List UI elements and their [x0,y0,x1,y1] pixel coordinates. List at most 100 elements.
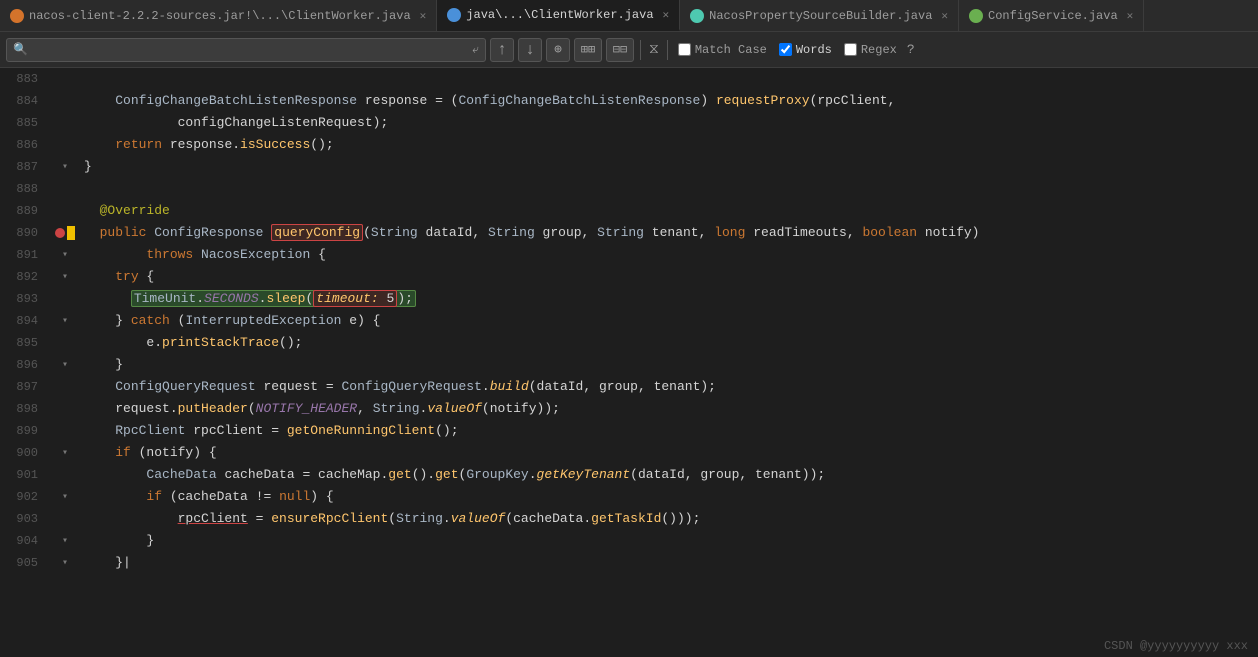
regex-checkbox[interactable] [844,43,857,56]
line-icons-900: ▾ [50,447,80,459]
line-code-904: } [80,530,154,552]
code-line-897: 897 ConfigQueryRequest request = ConfigQ… [0,376,1258,398]
code-line-887: 887▾} [0,156,1258,178]
code-line-896: 896 ▾ } [0,354,1258,376]
fold-icon-905[interactable]: ▾ [62,557,68,569]
tab-close-4[interactable]: ✕ [1127,9,1134,23]
tab-close-2[interactable]: ✕ [663,8,670,22]
code-line-894: 894▾ } catch (InterruptedException e) { [0,310,1258,332]
fold-icon-894[interactable]: ▾ [62,315,68,327]
line-number-898: 898 [0,402,50,416]
line-number-886: 886 [0,138,50,152]
line-code-896: } [80,354,123,376]
line-number-905: 905 [0,556,50,570]
code-line-889: 889 @Override [0,200,1258,222]
search-bar: 🔍 ⤶ ↑ ↓ ⊕ ⊞⊞ ⊟⊟ ⧖ Match Case Words Regex… [0,32,1258,68]
code-line-895: 895 e.printStackTrace(); [0,332,1258,354]
fold-icon-891[interactable]: ▾ [62,249,68,261]
match-case-label: Match Case [695,43,767,57]
breakpoint-890[interactable] [55,228,65,238]
line-number-894: 894 [0,314,50,328]
code-line-899: 899 RpcClient rpcClient = getOneRunningC… [0,420,1258,442]
fold-icon-892[interactable]: ▾ [62,271,68,283]
debug-marker-890 [67,226,75,240]
code-line-893: 893 TimeUnit.SECONDS.sleep(timeout: 5); [0,288,1258,310]
tab-label-2: java\...\ClientWorker.java [466,8,653,22]
line-number-893: 893 [0,292,50,306]
fold-icon-902[interactable]: ▾ [62,491,68,503]
line-number-889: 889 [0,204,50,218]
words-checkbox[interactable] [779,43,792,56]
code-line-890: 890 public ConfigResponse queryConfig(St… [0,222,1258,244]
line-icons-887: ▾ [50,161,80,173]
tab-icon-4 [969,9,983,23]
search-input[interactable] [28,42,448,57]
regex-option[interactable]: Regex [840,43,901,57]
line-number-884: 884 [0,94,50,108]
line-number-890: 890 [0,226,50,240]
filter-icon[interactable]: ⧖ [649,42,659,58]
line-code-898: request.putHeader(NOTIFY_HEADER, String.… [80,398,560,420]
words-label: Words [796,43,832,57]
code-line-901: 901 CacheData cacheData = cacheMap.get()… [0,464,1258,486]
line-code-887: } [80,156,92,178]
line-code-889: @Override [80,200,170,222]
match-case-checkbox[interactable] [678,43,691,56]
tab-file2[interactable]: java\...\ClientWorker.java ✕ [437,0,680,31]
line-number-888: 888 [0,182,50,196]
line-number-904: 904 [0,534,50,548]
line-icons-905: ▾ [50,557,80,569]
search-divider [640,40,641,60]
search-prev-button[interactable]: ↑ [490,38,514,62]
search-next-button[interactable]: ↓ [518,38,542,62]
line-code-885: configChangeListenRequest); [80,112,388,134]
tab-icon-2 [447,8,461,22]
code-line-905: 905 ▾ }| [0,552,1258,574]
tab-file4[interactable]: ConfigService.java ✕ [959,0,1144,31]
search-divider2 [667,40,668,60]
line-number-899: 899 [0,424,50,438]
tab-file1[interactable]: nacos-client-2.2.2-sources.jar!\...\Clie… [0,0,437,31]
code-line-886: 886 return response.isSuccess(); [0,134,1258,156]
tab-file3[interactable]: NacosPropertySourceBuilder.java ✕ [680,0,959,31]
fold-icon-900[interactable]: ▾ [62,447,68,459]
words-option[interactable]: Words [775,43,836,57]
tab-label-4: ConfigService.java [988,9,1118,23]
code-line-884: 884 ConfigChangeBatchListenResponse resp… [0,90,1258,112]
line-code-884: ConfigChangeBatchListenResponse response… [80,90,895,112]
line-code-905: }| [80,552,131,574]
line-number-883: 883 [0,72,50,86]
fold-icon-887[interactable]: ▾ [62,161,68,173]
line-number-901: 901 [0,468,50,482]
line-icons-891: ▾ [50,249,80,261]
line-icons-892: ▾ [50,271,80,283]
code-line-888: 888 [0,178,1258,200]
search-filter-button[interactable]: ⊞⊞ [574,38,602,62]
code-line-904: 904 ▾ } [0,530,1258,552]
regex-label: Regex [861,43,897,57]
code-content: 883 884 ConfigChangeBatchListenResponse r… [0,68,1258,657]
match-case-option[interactable]: Match Case [674,43,771,57]
search-find-word-button[interactable]: ⊕ [546,38,570,62]
tab-close-1[interactable]: ✕ [420,9,427,23]
tab-bar: nacos-client-2.2.2-sources.jar!\...\Clie… [0,0,1258,32]
line-code-901: CacheData cacheData = cacheMap.get().get… [80,464,825,486]
code-line-883: 883 [0,68,1258,90]
fold-icon-904[interactable]: ▾ [62,535,68,547]
tab-close-3[interactable]: ✕ [941,9,948,23]
help-icon[interactable]: ? [907,42,915,57]
line-code-891: throws NacosException { [80,244,326,266]
line-number-896: 896 [0,358,50,372]
line-number-902: 902 [0,490,50,504]
search-input-wrap[interactable]: 🔍 ⤶ [6,38,486,62]
line-number-903: 903 [0,512,50,526]
clear-search-icon[interactable]: ⤶ [472,43,479,57]
fold-icon-896[interactable]: ▾ [62,359,68,371]
line-code-893: TimeUnit.SECONDS.sleep(timeout: 5); [80,288,416,310]
line-code-886: return response.isSuccess(); [80,134,334,156]
search-filter2-button[interactable]: ⊟⊟ [606,38,634,62]
line-icons-896: ▾ [50,359,80,371]
line-icons-904: ▾ [50,535,80,547]
line-icons-894: ▾ [50,315,80,327]
line-icons-902: ▾ [50,491,80,503]
